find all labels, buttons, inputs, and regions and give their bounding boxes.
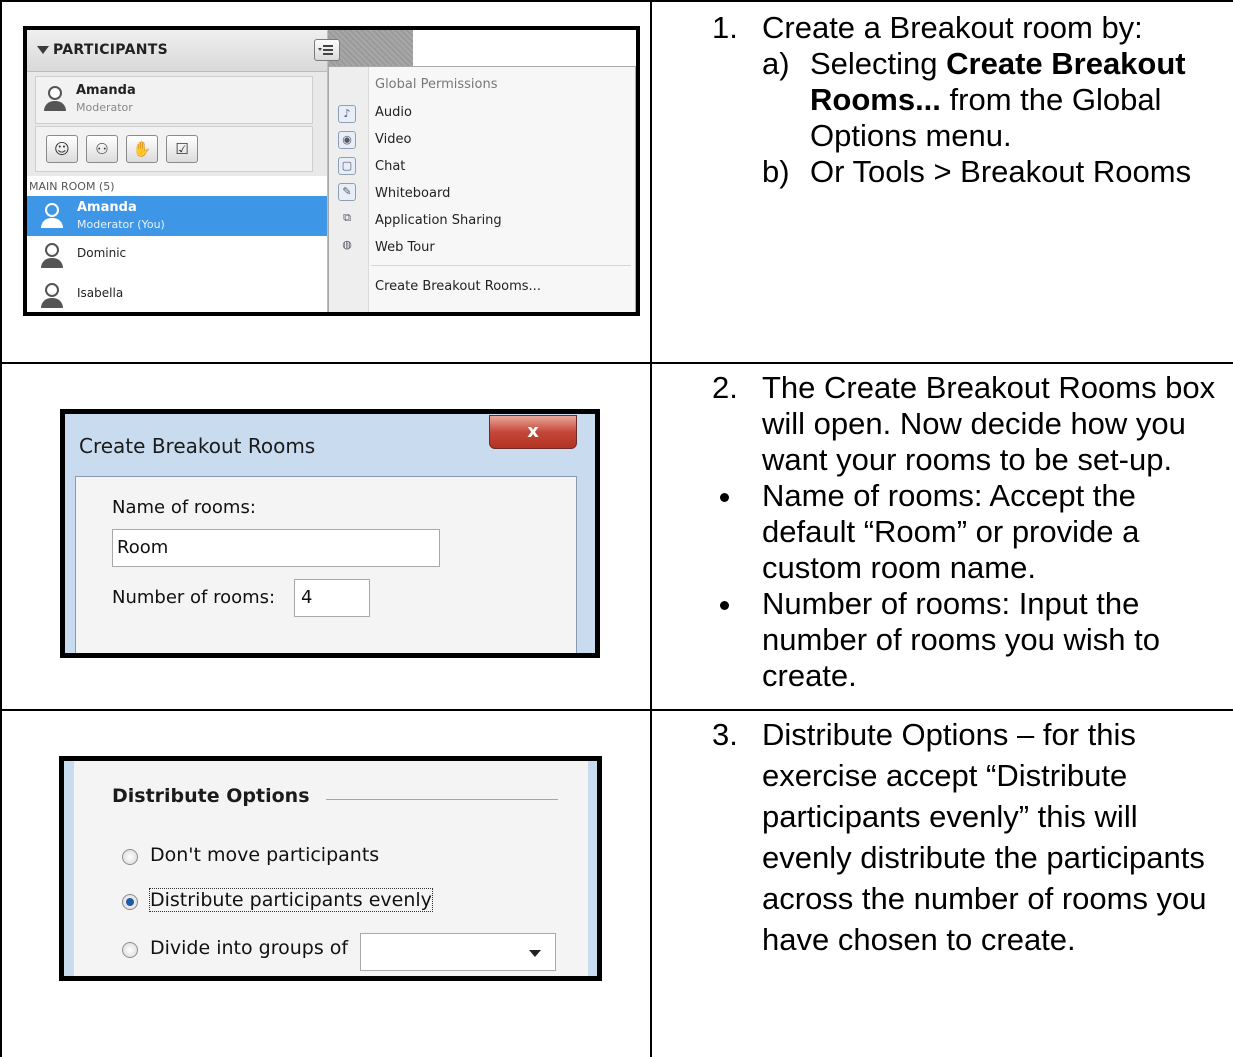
step-2-instructions: 2. The Create Breakout Rooms box will op… [712, 370, 1227, 694]
participant-row[interactable]: Amanda Moderator (You) [27, 196, 327, 236]
option-text-prefix: Selecting [810, 46, 947, 81]
menu-separator [371, 265, 631, 266]
option-distribute-evenly-label[interactable]: Distribute participants evenly [149, 888, 433, 912]
table-border-top [0, 0, 1233, 2]
menu-item-whiteboard[interactable]: Whiteboard [375, 186, 450, 201]
number-of-rooms-input[interactable]: 4 [294, 579, 370, 617]
option-letter: b) [762, 154, 790, 189]
radio-divide-groups[interactable] [122, 942, 138, 958]
step-text: Distribute Options – for this exercise a… [762, 717, 1207, 957]
participant-name: Dominic [77, 246, 127, 260]
option-text: Or Tools > Breakout Rooms [810, 154, 1192, 189]
bullet-text: Name of rooms: Accept the default “Room”… [762, 478, 1140, 585]
distribute-options-title: Distribute Options [112, 785, 310, 807]
main-room-label: MAIN ROOM (5) [29, 180, 115, 193]
microphone-icon: ♪ [338, 105, 356, 123]
poll-icon[interactable]: ☑ [166, 135, 198, 163]
table-border-left [0, 0, 2, 1057]
number-of-rooms-label: Number of rooms: [112, 587, 276, 608]
create-breakout-dialog-screenshot: Create Breakout Rooms x Name of rooms: R… [60, 409, 600, 658]
step-1: 1. Create a Breakout room by: [712, 10, 1227, 46]
step-number: 1. [712, 10, 738, 45]
chat-icon: ▢ [338, 157, 356, 175]
name-of-rooms-input[interactable]: Room [112, 529, 440, 567]
participant-name: Isabella [77, 286, 124, 300]
avatar [41, 203, 63, 229]
step-number: 3. [712, 717, 738, 752]
distribute-options-panel: Distribute Options Don't move participan… [74, 761, 588, 976]
radio-distribute-evenly[interactable] [122, 894, 138, 910]
menu-icon-strip: ♪ ◉ ▢ ✎ ⧉ ◍ [329, 67, 369, 312]
current-user-name: Amanda [76, 83, 136, 98]
radio-dont-move[interactable] [122, 849, 138, 865]
global-options-menu: ♪ ◉ ▢ ✎ ⧉ ◍ Global Permissions Audio Vid… [328, 66, 636, 312]
participants-panel-screenshot: PARTICIPANTS Amanda Moderator ☺ ⚇ ✋ ☑ MA… [23, 26, 640, 316]
participant-role: Moderator (You) [77, 218, 165, 231]
option-dont-move-label[interactable]: Don't move participants [150, 844, 379, 866]
table-row-divider-2 [0, 709, 1233, 711]
participants-title: PARTICIPANTS [53, 42, 168, 58]
option-letter: a) [762, 46, 790, 81]
pencil-icon: ✎ [338, 183, 356, 201]
step-3-instructions: 3. Distribute Options – for this exercis… [712, 714, 1227, 960]
global-options-button[interactable] [314, 39, 340, 61]
bullet-icon [720, 493, 729, 502]
divider-line [326, 799, 558, 800]
raise-hand-icon[interactable]: ✋ [126, 135, 158, 163]
menu-item-audio[interactable]: Audio [375, 105, 412, 120]
step-2: 2. The Create Breakout Rooms box will op… [712, 370, 1227, 478]
step-3: 3. Distribute Options – for this exercis… [712, 714, 1227, 960]
bullet-item: Number of rooms: Input the number of roo… [712, 586, 1227, 694]
globe-icon: ◍ [342, 238, 352, 251]
webcam-icon: ◉ [338, 131, 356, 149]
bullet-item: Name of rooms: Accept the default “Room”… [712, 478, 1227, 586]
bullet-text: Number of rooms: Input the number of roo… [762, 586, 1161, 693]
step-text: The Create Breakout Rooms box will open.… [762, 370, 1216, 477]
participant-list: MAIN ROOM (5) Amanda Moderator (You) Dom… [27, 176, 327, 312]
dialog-title: Create Breakout Rooms [79, 434, 316, 458]
global-permissions-title: Global Permissions [375, 77, 498, 92]
emoticon-icon[interactable]: ☺ [46, 135, 78, 163]
participants-panel: PARTICIPANTS Amanda Moderator ☺ ⚇ ✋ ☑ MA… [27, 30, 328, 312]
menu-item-video[interactable]: Video [375, 132, 411, 147]
group-size-select[interactable] [360, 933, 556, 971]
table-row-divider-1 [0, 362, 1233, 364]
avatar [41, 243, 63, 269]
step-number: 2. [712, 370, 738, 405]
participant-row[interactable]: Isabella [27, 276, 327, 312]
participant-row[interactable]: Dominic [27, 236, 327, 276]
menu-item-create-breakout-rooms[interactable]: Create Breakout Rooms... [375, 279, 541, 294]
step-1-instructions: 1. Create a Breakout room by: a) Selecti… [712, 10, 1227, 190]
name-of-rooms-label: Name of rooms: [112, 497, 256, 518]
menu-item-chat[interactable]: Chat [375, 159, 405, 174]
app-sharing-icon: ⧉ [343, 211, 351, 224]
avatar [44, 86, 66, 112]
current-user-card: Amanda Moderator [35, 76, 313, 124]
chevron-down-icon [529, 950, 541, 957]
option-divide-groups-label[interactable]: Divide into groups of [150, 937, 348, 959]
participant-tools: ☺ ⚇ ✋ ☑ [35, 126, 313, 172]
step-1-option-a: a) Selecting Create Breakout Rooms... fr… [762, 46, 1227, 154]
profile-icon[interactable]: ⚇ [86, 135, 118, 163]
collapse-triangle-icon[interactable] [37, 46, 49, 54]
table-column-divider [650, 0, 652, 1057]
current-user-role: Moderator [76, 101, 133, 114]
dialog-body: Name of rooms: Room Number of rooms: 4 [75, 476, 577, 653]
menu-item-application-sharing[interactable]: Application Sharing [375, 213, 502, 228]
distribute-options-screenshot: Distribute Options Don't move participan… [59, 756, 602, 981]
step-text: Create a Breakout room by: [762, 10, 1143, 45]
close-button[interactable]: x [489, 415, 577, 449]
participants-header[interactable]: PARTICIPANTS [27, 30, 327, 72]
chevron-down-icon [318, 48, 322, 51]
menu-icon [323, 45, 333, 47]
avatar [41, 283, 63, 309]
menu-item-web-tour[interactable]: Web Tour [375, 240, 435, 255]
bullet-icon [720, 601, 729, 610]
step-1-option-b: b) Or Tools > Breakout Rooms [762, 154, 1227, 190]
participant-name: Amanda [77, 200, 137, 215]
background-hatch [328, 30, 413, 66]
